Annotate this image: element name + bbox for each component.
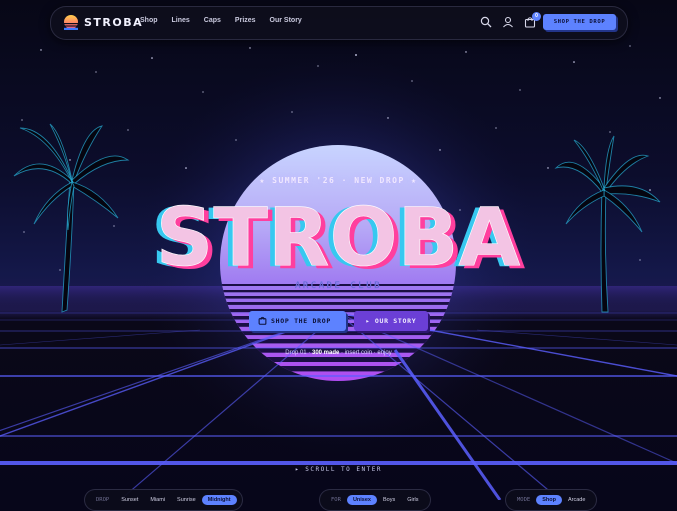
filter-for-label: FOR — [331, 497, 341, 503]
scroll-hint[interactable]: ▸ SCROLL TO ENTER — [0, 466, 677, 473]
filter-option-boys[interactable]: Boys — [377, 495, 401, 505]
filter-option-unisex[interactable]: Unisex — [346, 495, 377, 505]
search-icon[interactable] — [480, 16, 492, 28]
nav-link-prizes[interactable]: Prizes — [235, 17, 256, 24]
filter-drop-label: DROP — [96, 497, 110, 503]
nav-link-shop[interactable]: Shop — [140, 17, 158, 24]
bag-icon — [258, 316, 267, 325]
shop-the-drop-label: SHOP THE DROP — [271, 317, 331, 325]
svg-text:STROBA: STROBA — [156, 191, 521, 284]
main-menu: Shop Lines Caps Prizes Our Story — [140, 17, 316, 24]
shop-the-drop-button[interactable]: SHOP THE DROP — [249, 311, 346, 331]
hero-eyebrow: ★ SUMMER '26 · NEW DROP ★ — [259, 176, 418, 185]
drop-meta-suffix: · insert coin · enjoy — [341, 350, 392, 356]
brand-name: STROBA — [84, 15, 144, 29]
brand-logo[interactable]: STROBA — [63, 14, 143, 30]
filter-mode: MODE Shop Arcade — [505, 489, 598, 511]
filter-option-midnight[interactable]: Midnight — [201, 495, 237, 505]
hero-subtitle: ARCADE CLUB — [294, 281, 383, 291]
nav-link-our-story[interactable]: Our Story — [270, 17, 302, 24]
nav-link-caps[interactable]: Caps — [204, 17, 221, 24]
filter-option-shop[interactable]: Shop — [536, 495, 562, 505]
filter-for: FOR Unisex Boys Girls — [319, 489, 431, 511]
filter-option-girls[interactable]: Girls — [401, 495, 424, 505]
drop-meta-count: 300 made — [311, 350, 340, 356]
hero-background: STROBA STROBA STROBA — [0, 0, 677, 500]
sunset-logo-icon — [64, 15, 78, 30]
filter-option-miami[interactable]: Miami — [144, 495, 171, 505]
nav-link-lines[interactable]: Lines — [172, 17, 190, 24]
nav-shop-the-drop-button[interactable]: SHOP THE DROP — [543, 14, 616, 30]
drop-meta-prefix: Drop 01 · — [285, 350, 311, 356]
drop-meta: Drop 01 · 300 made · insert coin · enjoy — [0, 350, 677, 356]
cart-count-badge: 0 — [532, 12, 541, 21]
filter-drop: DROP Sunset Miami Sunrise Midnight — [84, 489, 243, 511]
filter-mode-label: MODE — [517, 497, 531, 503]
user-icon[interactable] — [502, 16, 514, 28]
filter-option-sunset[interactable]: Sunset — [115, 495, 144, 505]
top-nav: STROBA Shop Lines Caps Prizes Our Story … — [50, 6, 628, 40]
filter-option-sunrise[interactable]: Sunrise — [171, 495, 202, 505]
hero-title: STROBA STROBA STROBA — [151, 191, 526, 287]
filter-option-arcade[interactable]: Arcade — [562, 495, 591, 505]
our-story-button[interactable]: ▸ OUR STORY — [354, 311, 428, 331]
